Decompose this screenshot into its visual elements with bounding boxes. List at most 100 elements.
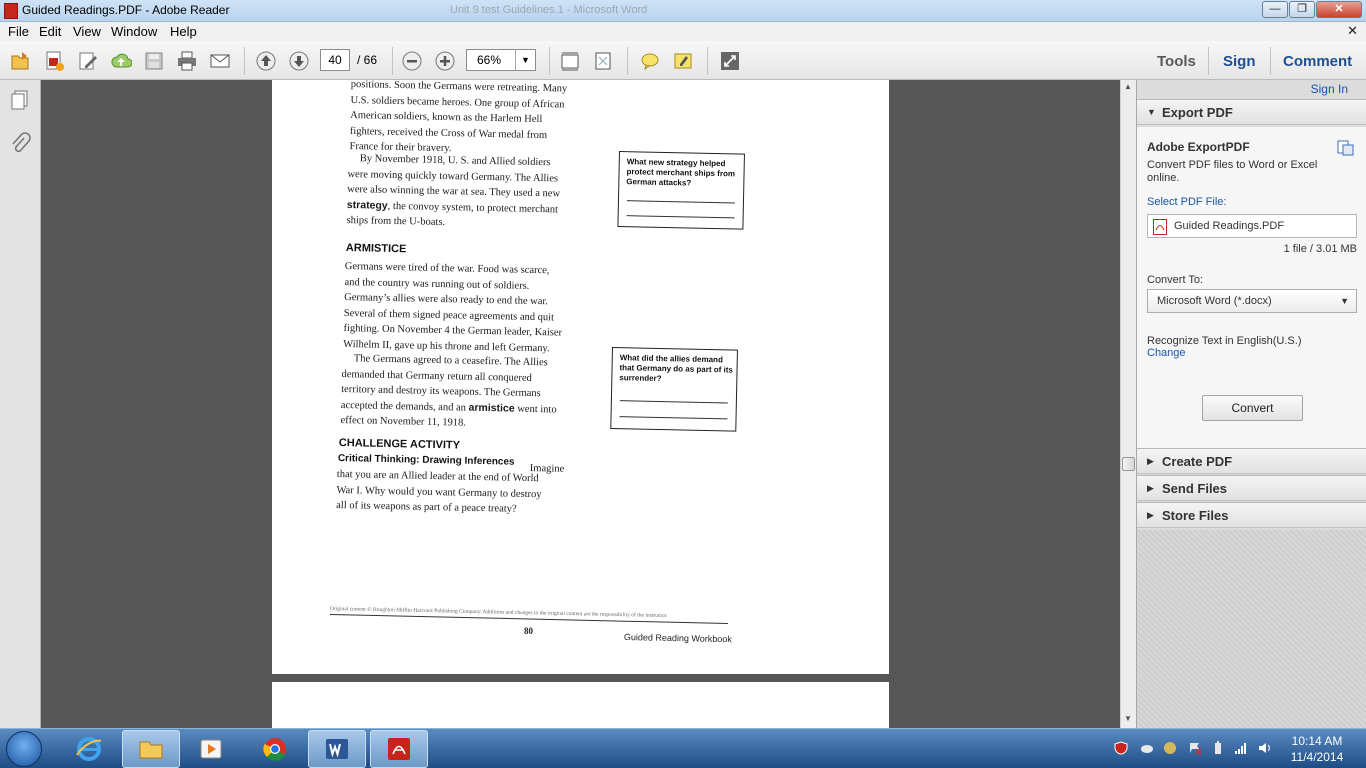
media-player-taskbar-button[interactable] [182, 730, 240, 768]
change-language-link[interactable]: Change [1147, 347, 1186, 359]
collapsed-triangle-icon: ▶ [1147, 483, 1154, 493]
adobe-reader-taskbar-button[interactable] [370, 730, 428, 768]
next-page-icon[interactable] [287, 49, 311, 73]
scrollbar-thumb[interactable] [1122, 457, 1135, 471]
fit-page-icon[interactable] [591, 49, 615, 73]
title-bar: Guided Readings.PDF - Adobe Reader Unit … [0, 0, 1366, 22]
scroll-down-arrow-icon[interactable]: ▼ [1124, 714, 1132, 723]
file-size: 1 file / 3.01 MB [1283, 243, 1357, 255]
select-file-label: Select PDF File: [1147, 196, 1227, 208]
page-total: / 66 [357, 53, 378, 67]
menu-view[interactable]: View [73, 24, 101, 39]
minimize-button[interactable]: — [1262, 1, 1288, 18]
attachments-icon[interactable] [8, 132, 32, 156]
edit-pdf-icon[interactable] [76, 49, 100, 73]
full-screen-icon[interactable] [718, 49, 742, 73]
toolbar-separator [392, 47, 393, 75]
word-icon [326, 739, 348, 759]
convert-format-value: Microsoft Word (*.docx) [1157, 295, 1272, 307]
battery-tray-icon[interactable] [1211, 741, 1225, 755]
toolbar-separator [244, 47, 245, 75]
menu-file[interactable]: File [8, 24, 29, 39]
zoom-value: 66% [477, 53, 502, 67]
pdf-page: positions. Soon the Germans were retreat… [272, 79, 889, 674]
send-files-label: Send Files [1162, 481, 1228, 496]
chrome-taskbar-button[interactable] [246, 730, 304, 768]
heading-armistice: ARMISTICE [345, 242, 407, 256]
menu-window[interactable]: Window [111, 24, 157, 39]
zoom-in-icon[interactable] [433, 49, 457, 73]
save-icon[interactable] [142, 49, 166, 73]
convert-format-select[interactable]: Microsoft Word (*.docx) ▼ [1147, 289, 1357, 313]
system-clock[interactable]: 10:14 AM 11/4/2014 [1282, 733, 1352, 765]
page-number-input[interactable]: 40 [320, 49, 350, 71]
volume-tray-icon[interactable] [1258, 741, 1272, 755]
convert-button[interactable]: Convert [1202, 395, 1303, 421]
collapsed-triangle-icon: ▶ [1147, 456, 1154, 466]
question-1-text: What new strategy helped protect merchan… [626, 157, 736, 188]
antivirus-tray-icon[interactable] [1114, 741, 1128, 755]
zoom-select[interactable]: 66% ▼ [466, 49, 536, 71]
email-icon[interactable] [208, 49, 232, 73]
toolbar-separator [549, 47, 550, 75]
folder-icon [139, 741, 163, 759]
answer-line [626, 200, 735, 204]
print-icon[interactable] [175, 49, 199, 73]
zoom-out-icon[interactable] [400, 49, 424, 73]
sign-button[interactable]: Sign [1223, 53, 1256, 70]
open-file-icon[interactable] [8, 49, 32, 73]
taskbar: 10:14 AM 11/4/2014 [0, 728, 1366, 768]
workbook-label: Guided Reading Workbook [623, 632, 732, 645]
export-pdf-panel: Adobe ExportPDF Convert PDF files to Wor… [1137, 127, 1366, 448]
recognize-text-label: Recognize Text in English(U.S.) [1147, 335, 1302, 347]
highlight-icon[interactable] [671, 49, 695, 73]
wifi-signal-tray-icon[interactable] [1234, 741, 1248, 755]
paragraph-4: The Germans agreed to a ceasefire. The A… [340, 351, 557, 433]
chevron-down-icon[interactable]: ▼ [515, 50, 535, 70]
challenge-text: that you are an Allied leader at the end… [336, 467, 542, 518]
export-pdf-label: Export PDF [1162, 105, 1233, 120]
action-center-tray-icon[interactable] [1188, 741, 1202, 755]
tools-button[interactable]: Tools [1157, 53, 1196, 70]
vertical-scrollbar[interactable]: ▲ ▼ [1120, 80, 1136, 728]
clock-date: 11/4/2014 [1290, 750, 1344, 764]
heading-challenge-activity: CHALLENGE ACTIVITY [338, 437, 461, 452]
store-files-header[interactable]: ▶ Store Files [1137, 502, 1366, 528]
scroll-up-arrow-icon[interactable]: ▲ [1124, 82, 1132, 91]
create-pdf-label: Create PDF [1162, 454, 1233, 469]
fit-width-icon[interactable] [558, 49, 582, 73]
window-title: Guided Readings.PDF - Adobe Reader [22, 3, 230, 17]
onedrive-tray-icon[interactable] [1140, 741, 1154, 755]
answer-line [619, 400, 728, 404]
printed-page-number: 80 [524, 626, 533, 636]
internet-explorer-taskbar-button[interactable] [60, 730, 118, 768]
pane-empty-area [1137, 530, 1366, 728]
close-button[interactable]: ✕ [1316, 1, 1362, 18]
toolbar-separator [707, 47, 708, 75]
sign-in-link[interactable]: Sign In [1311, 82, 1348, 96]
comment-button[interactable]: Comment [1283, 53, 1352, 70]
create-pdf-icon[interactable] [42, 49, 66, 73]
document-view[interactable]: positions. Soon the Germans were retreat… [41, 79, 1120, 742]
file-explorer-taskbar-button[interactable] [122, 730, 180, 768]
word-taskbar-button[interactable] [308, 730, 366, 768]
send-files-header[interactable]: ▶ Send Files [1137, 475, 1366, 501]
network-status-tray-icon[interactable] [1163, 741, 1177, 755]
collapsed-triangle-icon: ▶ [1147, 510, 1154, 520]
clock-time: 10:14 AM [1291, 734, 1343, 748]
previous-page-icon[interactable] [254, 49, 278, 73]
create-pdf-header[interactable]: ▶ Create PDF [1137, 448, 1366, 474]
page-thumbnails-icon[interactable] [8, 88, 32, 112]
store-files-label: Store Files [1162, 508, 1229, 523]
selected-file-field[interactable]: Guided Readings.PDF [1147, 214, 1357, 238]
upload-icon[interactable] [109, 49, 133, 73]
close-document-icon[interactable]: ✕ [1347, 23, 1358, 39]
start-button[interactable] [6, 731, 42, 767]
maximize-button[interactable]: ❐ [1289, 1, 1315, 18]
menu-edit[interactable]: Edit [39, 24, 61, 39]
menu-help[interactable]: Help [170, 24, 197, 39]
bold-key-term: strategy [346, 198, 388, 212]
internet-explorer-icon [76, 737, 102, 761]
comment-note-icon[interactable] [638, 49, 662, 73]
export-pdf-header[interactable]: ▼ Export PDF [1137, 99, 1366, 125]
